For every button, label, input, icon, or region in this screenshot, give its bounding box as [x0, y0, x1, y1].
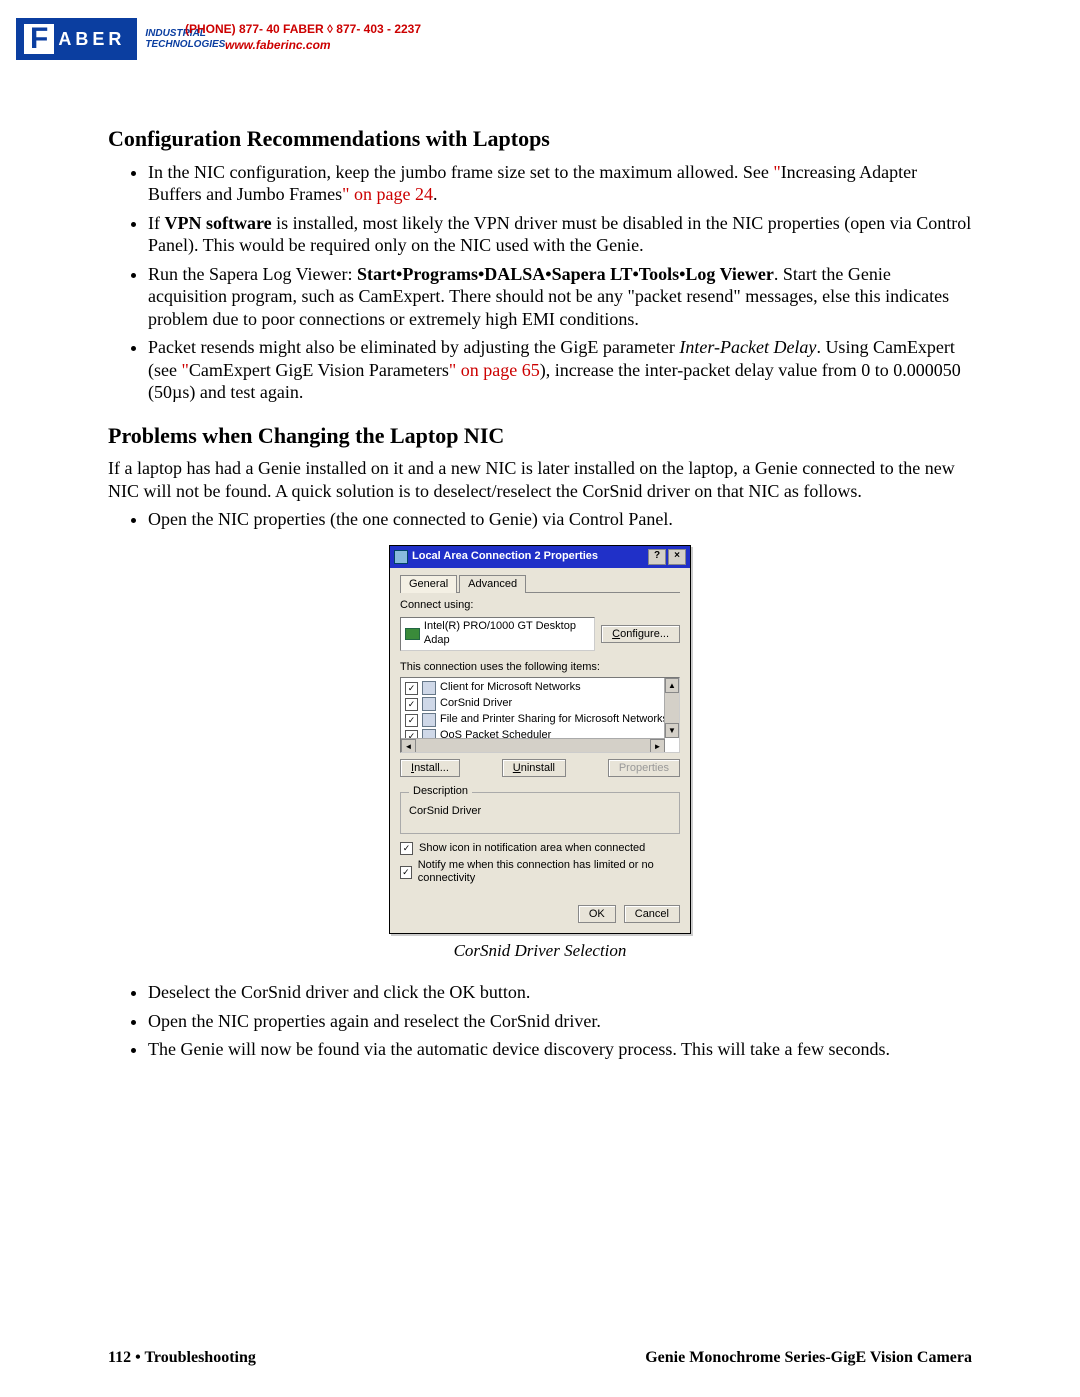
show-icon-checkbox-row[interactable]: Show icon in notification area when conn…: [400, 842, 680, 856]
connection-items-listbox[interactable]: Client for Microsoft Networks CorSnid Dr…: [400, 677, 680, 753]
list-item: Open the NIC properties again and resele…: [148, 1010, 972, 1033]
tab-strip: General Advanced: [400, 574, 680, 594]
dialog-title: Local Area Connection 2 Properties: [412, 550, 598, 564]
checkbox-icon[interactable]: [405, 714, 418, 727]
protocol-icon: [422, 713, 436, 727]
dialog-local-area-connection-properties: Local Area Connection 2 Properties ? × G…: [389, 545, 691, 935]
list-item: In the NIC configuration, keep the jumbo…: [148, 161, 972, 206]
header-url[interactable]: www.faberinc.com: [225, 38, 331, 52]
list-item: Run the Sapera Log Viewer: Start•Program…: [148, 263, 972, 331]
header-phone: (PHONE) 877- 40 FABER ◊ 877- 403 - 2237: [185, 22, 421, 36]
close-button[interactable]: ×: [668, 549, 686, 565]
tagline-technologies: TECHNOLOGIES: [145, 39, 225, 50]
logo-f-letter: F: [24, 24, 54, 54]
xref-page[interactable]: on page 65: [456, 360, 539, 380]
install-button[interactable]: Install...: [400, 759, 460, 777]
checkbox-icon[interactable]: [405, 698, 418, 711]
checkbox-icon[interactable]: [405, 682, 418, 695]
list-item-client-networks[interactable]: Client for Microsoft Networks: [403, 680, 679, 696]
configure-button[interactable]: Configure...: [601, 625, 680, 643]
description-text: CorSnid Driver: [409, 805, 671, 819]
page-footer: 112 • Troubleshooting Genie Monochrome S…: [108, 1349, 972, 1367]
description-group: Description CorSnid Driver: [400, 785, 680, 834]
checkbox-icon[interactable]: [400, 842, 413, 855]
checkbox-icon[interactable]: [400, 866, 412, 879]
scroll-left-icon[interactable]: ◄: [401, 739, 416, 753]
help-button[interactable]: ?: [648, 549, 666, 565]
logo-aber-text: ABER: [58, 29, 125, 50]
scroll-up-icon[interactable]: ▲: [665, 678, 679, 693]
list-item: Packet resends might also be eliminated …: [148, 336, 972, 404]
list-item: If VPN software is installed, most likel…: [148, 212, 972, 257]
protocol-icon: [422, 681, 436, 695]
config-recommendations-list: In the NIC configuration, keep the jumbo…: [108, 161, 972, 404]
window-icon: [394, 550, 408, 564]
items-label: This connection uses the following items…: [400, 661, 680, 675]
footer-left: 112 • Troubleshooting: [108, 1349, 256, 1367]
scrollbar-horizontal[interactable]: ◄ ►: [401, 738, 665, 752]
scrollbar-vertical[interactable]: ▲ ▼: [664, 678, 679, 738]
uninstall-button[interactable]: Uninstall: [502, 759, 566, 777]
steps-list-before-figure: Open the NIC properties (the one connect…: [108, 508, 972, 531]
notify-checkbox-row[interactable]: Notify me when this connection has limit…: [400, 859, 680, 887]
heading-config-recommendations: Configuration Recommendations with Lapto…: [108, 125, 972, 153]
dialog-titlebar[interactable]: Local Area Connection 2 Properties ? ×: [390, 546, 690, 568]
steps-list-after-figure: Deselect the CorSnid driver and click th…: [108, 981, 972, 1061]
intro-paragraph: If a laptop has had a Genie installed on…: [108, 457, 972, 502]
list-item: Deselect the CorSnid driver and click th…: [148, 981, 972, 1004]
adapter-name: Intel(R) PRO/1000 GT Desktop Adap: [424, 620, 590, 648]
list-item-corsnid[interactable]: CorSnid Driver: [403, 696, 679, 712]
connect-using-label: Connect using:: [400, 599, 680, 613]
scroll-right-icon[interactable]: ►: [650, 739, 665, 753]
list-item: Open the NIC properties (the one connect…: [148, 508, 972, 531]
section-name: Troubleshooting: [144, 1349, 255, 1366]
cancel-button[interactable]: Cancel: [624, 905, 680, 923]
tab-advanced[interactable]: Advanced: [459, 575, 526, 594]
protocol-icon: [422, 697, 436, 711]
page-number: 112: [108, 1349, 131, 1366]
adapter-field: Intel(R) PRO/1000 GT Desktop Adap: [400, 617, 595, 651]
footer-right: Genie Monochrome Series-GigE Vision Came…: [645, 1349, 972, 1367]
logo-faber: F ABER: [16, 18, 137, 60]
heading-problems-laptop-nic: Problems when Changing the Laptop NIC: [108, 422, 972, 450]
list-item-file-printer-sharing[interactable]: File and Printer Sharing for Microsoft N…: [403, 712, 679, 728]
list-item: The Genie will now be found via the auto…: [148, 1038, 972, 1061]
ok-button[interactable]: OK: [578, 905, 616, 923]
scroll-down-icon[interactable]: ▼: [665, 723, 679, 738]
figure-corsnid-dialog: Local Area Connection 2 Properties ? × G…: [108, 545, 972, 962]
xref-page[interactable]: on page 24: [350, 184, 433, 204]
figure-caption: CorSnid Driver Selection: [108, 940, 972, 961]
xref-link[interactable]: CamExpert GigE Vision Parameters: [189, 360, 449, 380]
properties-button: Properties: [608, 759, 680, 777]
description-legend: Description: [409, 785, 472, 799]
tab-general[interactable]: General: [400, 575, 457, 594]
nic-icon: [405, 628, 420, 640]
